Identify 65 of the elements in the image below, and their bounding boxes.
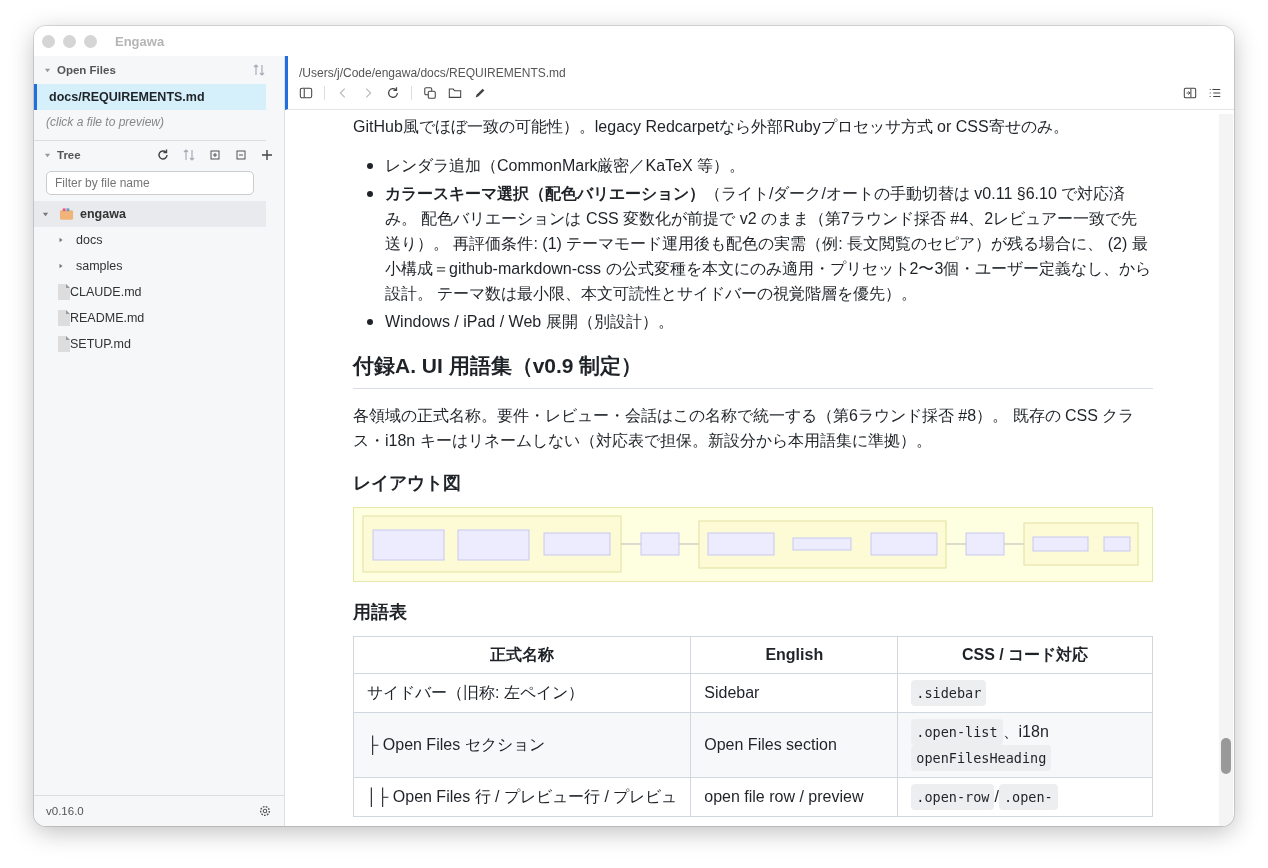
section-heading: 付録A. UI 用語集（v0.9 制定）	[353, 352, 1153, 389]
file-row[interactable]: CLAUDE.md	[34, 279, 266, 305]
bullet-icon	[367, 319, 373, 325]
file-path: /Users/j/Code/engawa/docs/REQUIREMENTS.md	[299, 65, 567, 80]
paragraph: 各領域の正式名称。要件・レビュー・会話はこの名称で統一する（第6ラウンド採否 #8）。 既存の CSS クラス・i18n キーはリネームしない（対応表で担保。新設分から本用語集に準拠）。	[353, 406, 1136, 451]
preview-hint: (click a file to preview)	[45, 114, 166, 131]
filter-field[interactable]: Filter by file name	[46, 171, 254, 195]
table-cell-text: サイドバー（旧称: 左ペイン）	[367, 683, 584, 703]
expand-all-icon[interactable]	[208, 148, 222, 162]
table-cell-text: /	[994, 787, 999, 807]
list-item-text: Windows / iPad / Web 展開（別設計）。	[385, 312, 674, 332]
file-row[interactable]: SETUP.md	[34, 331, 266, 357]
add-icon[interactable]	[260, 148, 274, 162]
subsection-heading: 用語表	[353, 601, 408, 624]
open-file-row[interactable]: docs/REQUIREMENTS.md	[34, 84, 266, 110]
subsection-heading: レイアウト図	[353, 472, 462, 495]
split-pane-icon[interactable]	[1183, 86, 1197, 100]
code-span: .open-list	[911, 719, 1003, 745]
paragraph: GitHub風でほぼ一致の可能性）。legacy Redcarpetなら外部Rubyプロセッサ方式 or CSS寄せのみ。	[353, 117, 1070, 137]
column-header: 正式名称	[353, 636, 691, 674]
copy-icon[interactable]	[423, 86, 437, 100]
bullet-icon	[367, 163, 373, 169]
sort-icon[interactable]	[182, 148, 196, 162]
code-span: .open-row	[911, 784, 995, 810]
file-icon	[58, 310, 70, 326]
section-title: Tree	[57, 149, 81, 161]
disclosure-icon[interactable]	[44, 66, 51, 74]
file-row[interactable]: README.md	[34, 305, 266, 331]
table-cell: │├ Open Files 行 / プレビュー行 / プレビュ	[367, 786, 678, 808]
list-item-text: カラースキーマ選択（配色バリエーション）（ライト/ダーク/オートの手動切替は v0.11 §6.10 で対応済み。 配色バリエーションは CSS 変数化が前提で v2 のまま（第7ラウンド採否 #4、2レビュアー一致で先送り）。 再評価条件: (1) テーマモード運用後も配色の実需（例: 長文閲覧のセピア）が残る場合に、 (2) 最小構成＝github-markdown-css の公式変種を本文にのみ適用・プリセット2〜3個・ユーザー定義なし、から設計。 テーマ数は最小限、本文可読性とサイドバーの視覚階層を優先）。	[385, 184, 1153, 304]
reload-icon[interactable]	[386, 86, 400, 100]
table-cell-text: open file row / preview	[704, 787, 864, 807]
settings-icon[interactable]	[258, 804, 272, 818]
folder-icon[interactable]	[448, 86, 462, 100]
refresh-icon[interactable]	[156, 148, 170, 162]
table-cell-text: Sidebar	[704, 683, 760, 703]
section-title: Open Files	[57, 64, 116, 76]
sort-icon[interactable]	[252, 63, 266, 77]
disclosure-icon[interactable]	[58, 263, 64, 269]
pencil-icon[interactable]	[473, 86, 487, 100]
code-span: openFilesHeading	[911, 745, 1052, 771]
disclosure-icon[interactable]	[42, 210, 49, 218]
sidebar-toggle-icon[interactable]	[299, 86, 313, 100]
box-icon	[59, 207, 74, 221]
table-cell-text: 、i18n	[1002, 722, 1049, 742]
code-span: .open-	[998, 784, 1058, 810]
bullet-icon	[367, 191, 373, 197]
file-icon	[58, 284, 70, 300]
scrollbar-thumb[interactable]	[1221, 738, 1231, 774]
disclosure-icon[interactable]	[44, 151, 51, 159]
code-span: .sidebar	[911, 680, 987, 706]
list-item-text: レンダラ追加（CommonMark厳密／KaTeX 等）。	[385, 156, 746, 176]
version-label: v0.16.0	[46, 805, 84, 817]
file-icon	[58, 336, 70, 352]
column-header: CSS / コード対応	[897, 636, 1153, 674]
tree-root-row[interactable]: engawa	[34, 201, 266, 227]
column-header: English	[690, 636, 898, 674]
table-cell: ├ Open Files セクション	[367, 734, 545, 756]
disclosure-icon[interactable]	[58, 237, 64, 243]
outline-icon[interactable]	[1208, 86, 1222, 100]
folder-row[interactable]: docs	[34, 227, 266, 253]
table-cell-text: Open Files section	[704, 735, 837, 755]
collapse-all-icon[interactable]	[234, 148, 248, 162]
window-title: Engawa	[115, 33, 165, 49]
folder-row[interactable]: samples	[34, 253, 266, 279]
